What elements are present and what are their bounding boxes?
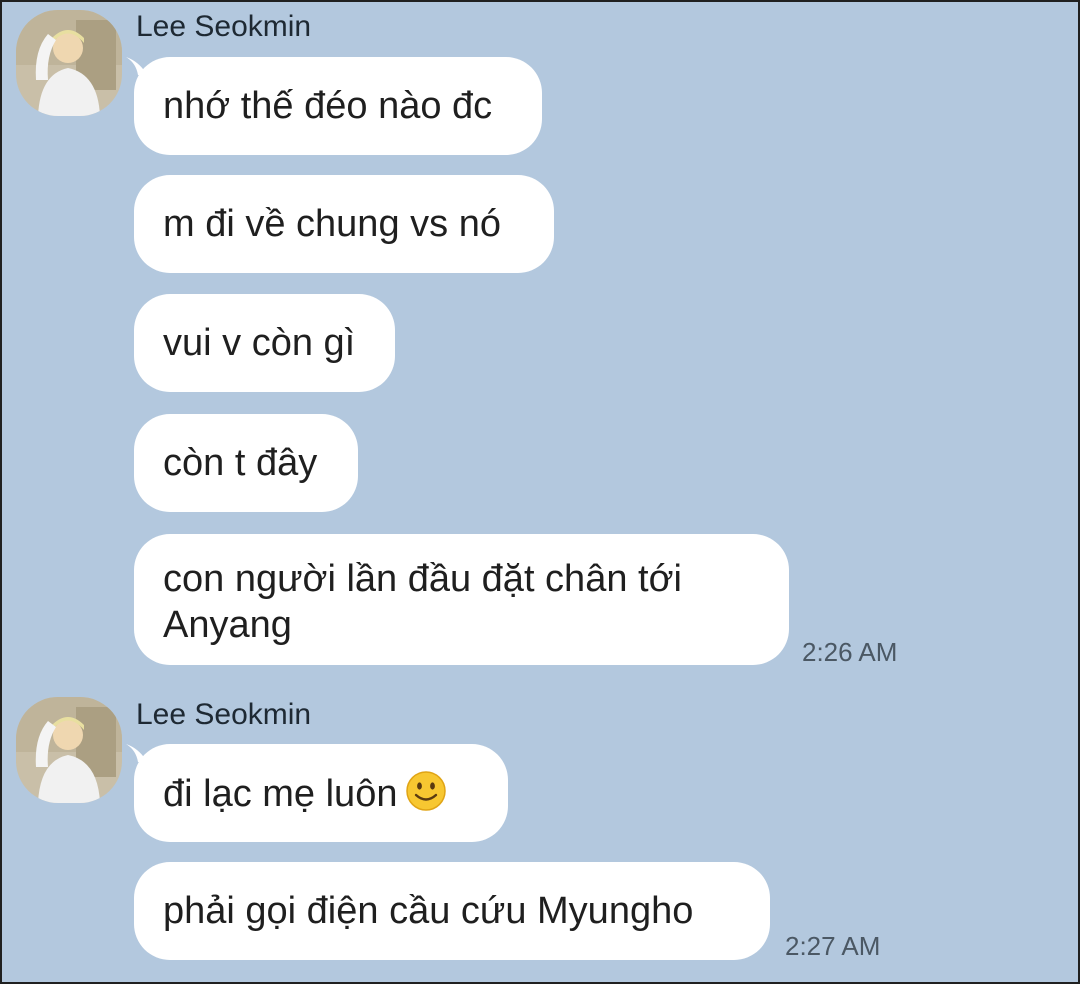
avatar-photo [16, 697, 122, 803]
message-text: vui v còn gì [163, 322, 356, 364]
sender-avatar[interactable] [16, 697, 122, 803]
message-bubble[interactable]: con người lần đầu đặt chân tới Anyang [134, 534, 789, 665]
message-text: còn t đây [163, 442, 318, 484]
message-text-line: con người lần đầu đặt chân tới [163, 558, 682, 600]
message-bubble[interactable]: phải gọi điện cầu cứu Myungho [134, 862, 770, 960]
message-text: đi lạc mẹ luôn [163, 773, 398, 815]
message-timestamp: 2:26 AM [802, 637, 898, 667]
avatar-photo [16, 10, 122, 116]
message-text: nhớ thế đéo nào đc [163, 85, 493, 127]
message-text-line: Anyang [163, 604, 292, 646]
message-text: phải gọi điện cầu cứu Myungho [163, 890, 694, 932]
message-bubble[interactable]: đi lạc mẹ luôn [134, 744, 508, 842]
message-bubble[interactable]: vui v còn gì [134, 294, 395, 392]
message-bubble[interactable]: m đi về chung vs nó [134, 175, 554, 273]
sender-avatar[interactable] [16, 10, 122, 116]
message-text: m đi về chung vs nó [163, 203, 501, 245]
message-bubble[interactable]: còn t đây [134, 414, 358, 512]
message-bubble[interactable]: nhớ thế đéo nào đc [134, 57, 542, 155]
sender-name: Lee Seokmin [136, 698, 312, 731]
message-timestamp: 2:27 AM [785, 931, 881, 961]
slightly-smiling-face-icon [406, 771, 447, 811]
sender-name: Lee Seokmin [136, 10, 312, 43]
